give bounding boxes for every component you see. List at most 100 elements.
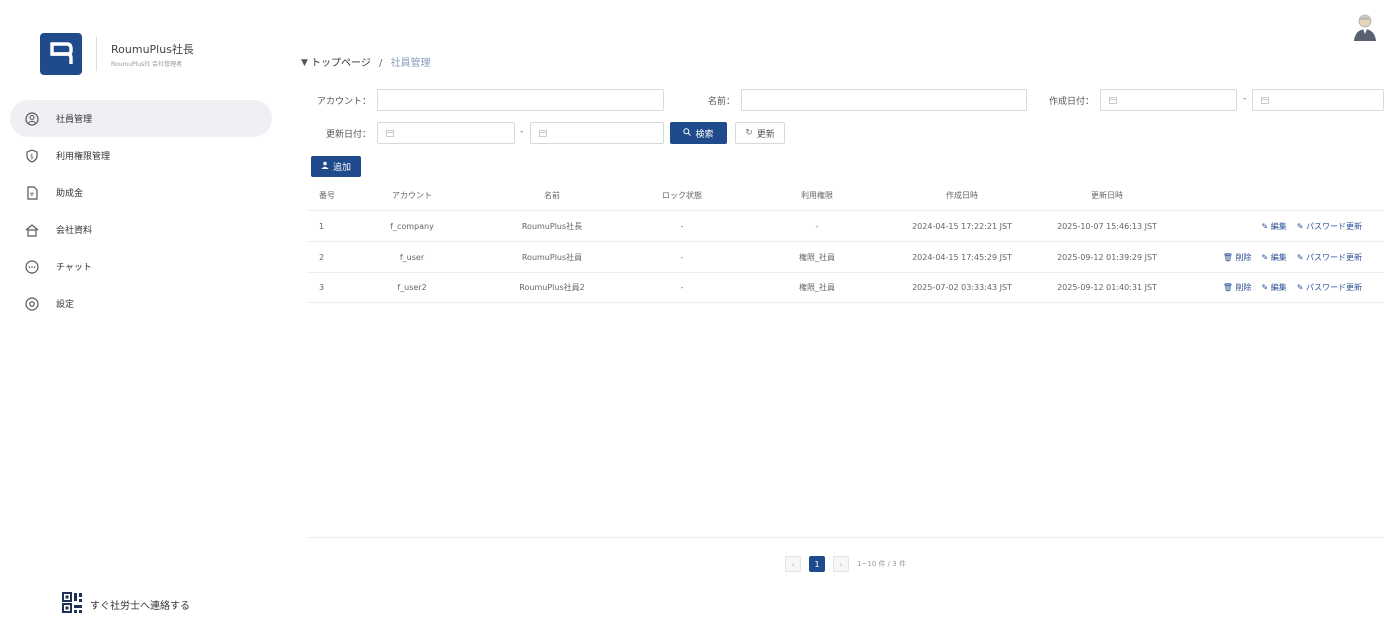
user-avatar[interactable] <box>1352 12 1378 42</box>
breadcrumb-current: 社員管理 <box>390 58 431 69</box>
settings-icon <box>24 296 40 312</box>
app-logo <box>40 33 82 75</box>
edit-button[interactable]: ✎ 編集 <box>1262 282 1287 293</box>
column-header-no: 番号 <box>319 190 335 200</box>
chevron-left-icon: ‹ <box>791 559 795 569</box>
refresh-button[interactable]: ↻ 更新 <box>735 122 785 144</box>
table-row: 2 f_user RoumuPlus社員 - 権限_社員 2024-04-15 … <box>307 241 1384 272</box>
brand-divider <box>96 37 97 71</box>
cell-account: f_user <box>399 252 425 262</box>
sidebar: RoumuPlus社長 RoumuPlus社 会社管理者 ▼ 社員管理 $ 利用… <box>0 0 308 635</box>
column-header-role: 利用権限 <box>801 190 833 200</box>
document-icon: ¥ <box>24 185 40 201</box>
cell-name: RoumuPlus社員 <box>521 252 583 262</box>
password-update-button[interactable]: ✎ パスワード更新 <box>1297 282 1362 293</box>
content-divider <box>307 537 1384 538</box>
breadcrumb: トップページ / 社員管理 <box>311 54 431 69</box>
cell-name: RoumuPlus社長 <box>521 221 583 231</box>
sidebar-item-label: 利用権限管理 <box>56 152 111 162</box>
created-date-start[interactable] <box>1100 89 1237 111</box>
sidebar-item-settings[interactable]: 設定 <box>10 285 272 322</box>
sidebar-item-company-docs[interactable]: 会社資料 <box>10 211 272 248</box>
edit-icon: ✎ <box>1261 221 1271 231</box>
column-header-created: 作成日時 <box>946 190 978 200</box>
cell-role: 権限_社員 <box>799 252 835 262</box>
next-page-button[interactable]: › <box>833 556 849 572</box>
search-button-label: 検索 <box>695 129 714 140</box>
cell-created: 2024-04-15 17:22:21 JST <box>912 221 1012 231</box>
cell-no: 2 <box>319 252 325 262</box>
pagination-info: 1~10 件 / 3 件 <box>857 560 906 568</box>
column-header-updated: 更新日時 <box>1091 190 1123 200</box>
chat-icon <box>24 259 40 275</box>
column-header-name: 名前 <box>544 190 560 200</box>
created-date-end[interactable] <box>1252 89 1384 111</box>
cell-account: f_company <box>390 221 434 231</box>
employee-table: 番号 アカウント 名前 ロック状態 利用権限 作成日時 更新日時 1 f_com… <box>307 180 1384 303</box>
cell-actions: 🗑 削除 ✎ 編集 ✎ パスワード更新 <box>1177 282 1384 293</box>
cell-created: 2024-04-15 17:45:29 JST <box>912 252 1012 262</box>
contact-label: すぐ社労士へ連絡する <box>90 601 190 612</box>
table-row: 1 f_company RoumuPlus社長 - - 2024-04-15 1… <box>307 210 1384 241</box>
contact-sharoushi-link[interactable]: すぐ社労士へ連絡する <box>62 592 190 617</box>
svg-text:$: $ <box>30 153 34 160</box>
name-input[interactable] <box>741 89 1027 111</box>
brand-switcher[interactable]: RoumuPlus社長 RoumuPlus社 会社管理者 ▼ <box>40 33 308 75</box>
delete-label: 削除 <box>1235 252 1252 262</box>
calendar-icon <box>1261 97 1269 104</box>
page-number-button[interactable]: 1 <box>809 556 825 572</box>
chevron-right-icon: › <box>839 559 843 569</box>
edit-button[interactable]: ✎ 編集 <box>1262 221 1287 232</box>
add-button-label: 追加 <box>332 163 351 173</box>
sidebar-item-subsidy[interactable]: ¥ 助成金 <box>10 174 272 211</box>
updated-date-end[interactable] <box>530 122 664 144</box>
cell-lock: - <box>680 283 684 292</box>
breadcrumb-separator: / <box>379 58 383 69</box>
trash-icon: 🗑 <box>1222 252 1236 262</box>
account-input[interactable] <box>377 89 664 111</box>
account-label: アカウント： <box>316 97 371 107</box>
edit-icon: ✎ <box>1296 221 1306 231</box>
sidebar-nav: 社員管理 $ 利用権限管理 ¥ 助成金 会社資料 チャット 設定 <box>10 100 272 322</box>
cell-actions: ✎ 編集 ✎ パスワード更新 <box>1177 221 1384 232</box>
company-name: RoumuPlus社長 <box>111 42 194 56</box>
cell-no: 3 <box>319 283 325 292</box>
edit-label: 編集 <box>1270 283 1287 292</box>
prev-page-button[interactable]: ‹ <box>785 556 801 572</box>
edit-icon: ✎ <box>1296 283 1306 292</box>
sidebar-item-label: 設定 <box>56 300 75 310</box>
edit-icon: ✎ <box>1296 252 1306 262</box>
edit-button[interactable]: ✎ 編集 <box>1262 252 1287 263</box>
updated-date-label: 更新日付： <box>325 130 371 140</box>
column-header-lock: ロック状態 <box>662 190 702 200</box>
delete-button[interactable]: 🗑 削除 <box>1223 252 1252 263</box>
updated-date-start[interactable] <box>377 122 515 144</box>
shield-icon: $ <box>24 148 40 164</box>
cell-name: RoumuPlus社員2 <box>519 283 585 292</box>
delete-button[interactable]: 🗑 削除 <box>1223 282 1252 293</box>
company-role: RoumuPlus社 会社管理者 <box>111 60 183 68</box>
created-date-label: 作成日付： <box>1048 97 1094 107</box>
sidebar-item-permissions[interactable]: $ 利用権限管理 <box>10 137 272 174</box>
password-update-button[interactable]: ✎ パスワード更新 <box>1297 221 1362 232</box>
add-user-button[interactable]: 追加 <box>311 156 361 177</box>
edit-icon: ✎ <box>1261 283 1271 292</box>
delete-label: 削除 <box>1235 283 1252 292</box>
svg-text:¥: ¥ <box>30 191 34 198</box>
password-update-button[interactable]: ✎ パスワード更新 <box>1297 252 1362 263</box>
password-update-label: パスワード更新 <box>1306 252 1362 262</box>
sidebar-item-chat[interactable]: チャット <box>10 248 272 285</box>
sidebar-item-label: 会社資料 <box>56 226 93 236</box>
search-icon <box>683 127 692 139</box>
search-button[interactable]: 検索 <box>670 122 727 144</box>
pagination: ‹ 1 › 1~10 件 / 3 件 <box>785 556 906 572</box>
breadcrumb-home[interactable]: トップページ <box>311 58 371 69</box>
sidebar-item-employees[interactable]: 社員管理 <box>10 100 272 137</box>
refresh-icon: ↻ <box>745 128 753 138</box>
password-update-label: パスワード更新 <box>1306 283 1362 292</box>
calendar-icon <box>386 130 394 137</box>
date-range-separator: - <box>520 127 524 137</box>
chevron-down-icon[interactable]: ▼ <box>301 58 308 68</box>
name-label: 名前： <box>707 97 735 107</box>
cell-lock: - <box>680 252 684 262</box>
